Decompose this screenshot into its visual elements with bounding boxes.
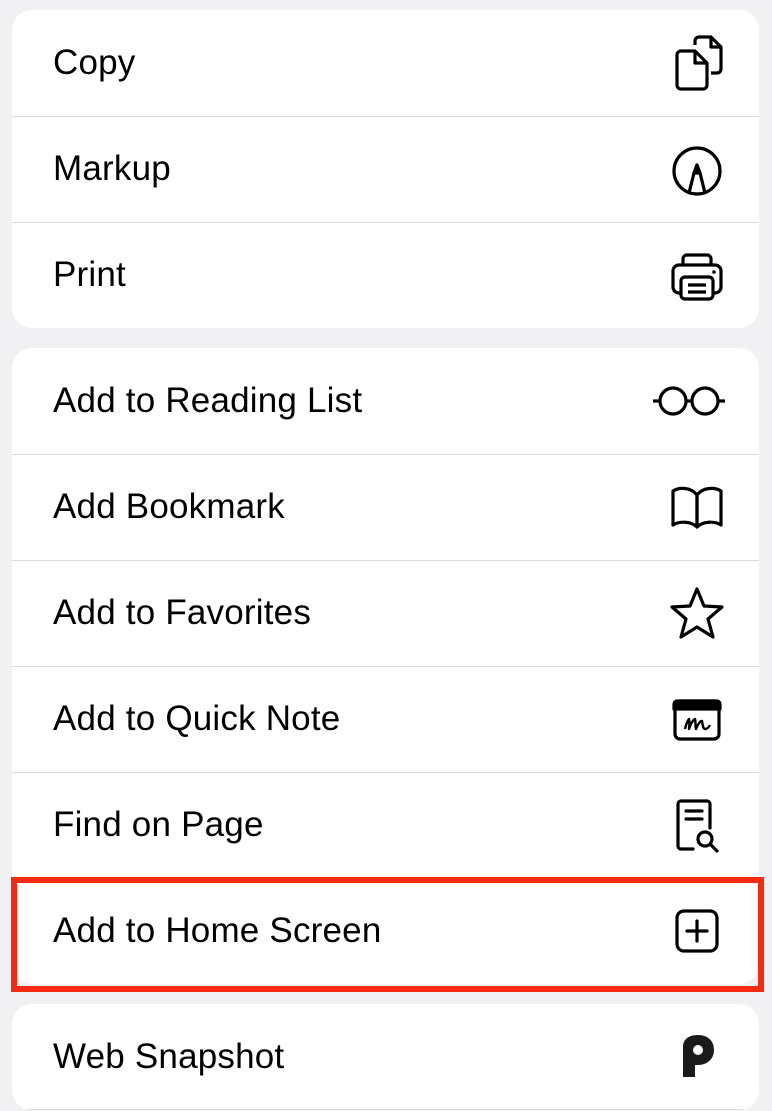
- action-web-snapshot[interactable]: Web Snapshot: [12, 1004, 759, 1110]
- action-add-bookmark[interactable]: Add Bookmark: [12, 454, 759, 560]
- action-label: Add Bookmark: [53, 487, 285, 526]
- plus-square-icon: [665, 899, 729, 963]
- copy-icon: [665, 31, 729, 95]
- share-actions-group-1: Copy Markup Print: [12, 10, 759, 328]
- action-label: Web Snapshot: [53, 1037, 285, 1076]
- action-label: Markup: [53, 149, 171, 188]
- star-icon: [665, 581, 729, 645]
- action-label: Add to Reading List: [53, 381, 363, 420]
- action-find-on-page[interactable]: Find on Page: [12, 772, 759, 878]
- find-on-page-icon: [665, 793, 729, 857]
- action-label: Copy: [53, 43, 136, 82]
- action-label: Print: [53, 255, 126, 294]
- action-label: Add to Home Screen: [53, 911, 382, 950]
- action-add-to-reading-list[interactable]: Add to Reading List: [12, 348, 759, 454]
- action-markup[interactable]: Markup: [12, 116, 759, 222]
- action-add-to-home-screen[interactable]: Add to Home Screen: [12, 878, 759, 984]
- book-icon: [665, 475, 729, 539]
- web-snapshot-app-icon: [665, 1025, 729, 1089]
- action-label: Find on Page: [53, 805, 264, 844]
- action-add-to-quick-note[interactable]: Add to Quick Note: [12, 666, 759, 772]
- divider: [12, 1109, 759, 1110]
- action-print[interactable]: Print: [12, 222, 759, 328]
- action-label: Add to Quick Note: [53, 699, 341, 738]
- quick-note-icon: [665, 687, 729, 751]
- share-actions-group-2: Add to Reading List Add Bookmark Add to …: [12, 348, 759, 984]
- markup-icon: [665, 137, 729, 201]
- share-actions-group-3: Web Snapshot: [12, 1004, 759, 1110]
- action-label: Add to Favorites: [53, 593, 312, 632]
- action-add-to-favorites[interactable]: Add to Favorites: [12, 560, 759, 666]
- action-copy[interactable]: Copy: [12, 10, 759, 116]
- print-icon: [665, 243, 729, 307]
- glasses-icon: [649, 369, 729, 433]
